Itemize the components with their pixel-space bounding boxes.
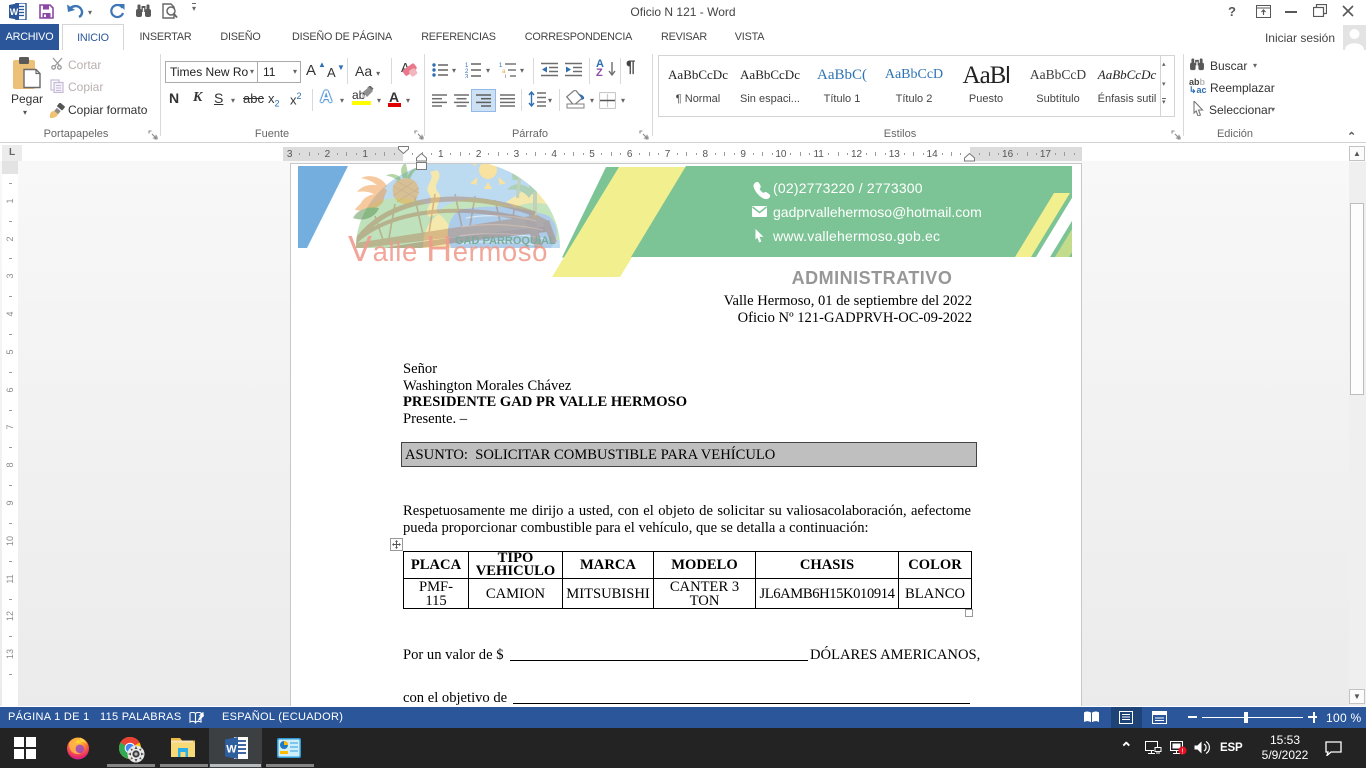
svg-text:W: W bbox=[226, 744, 237, 756]
svg-text:3: 3 bbox=[465, 75, 469, 79]
svg-text:Valle Hermoso: Valle Hermoso bbox=[348, 228, 548, 269]
svg-text:i: i bbox=[505, 75, 506, 79]
svg-text:!: ! bbox=[1182, 748, 1184, 755]
